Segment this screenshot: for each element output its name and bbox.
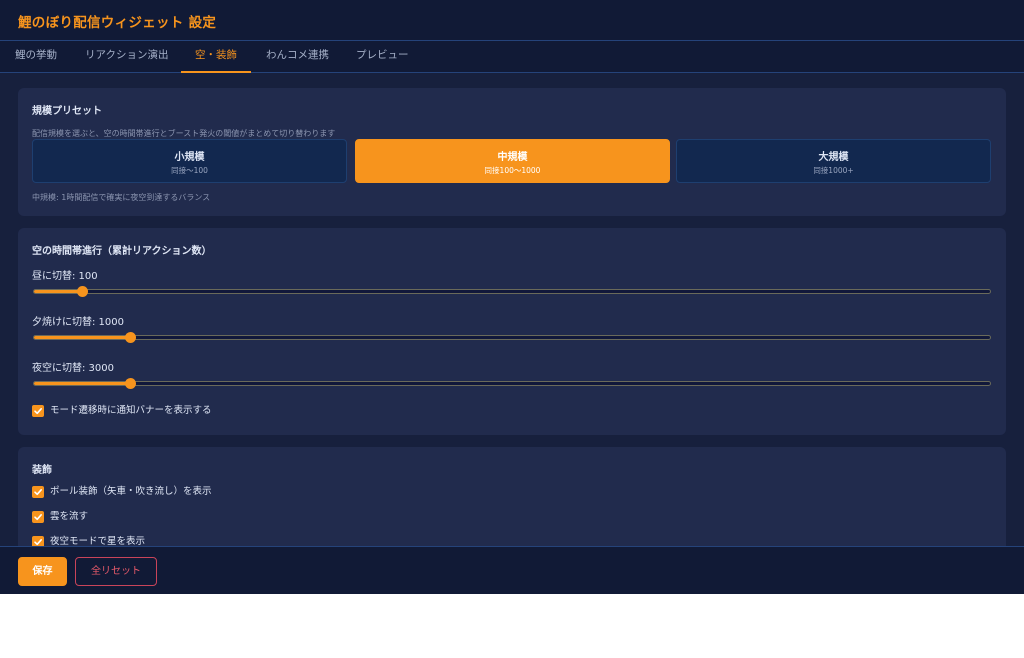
reset-all-button[interactable]: 全リセット [75,557,157,586]
slider-thumb[interactable] [124,332,136,343]
preset-small-button[interactable]: 小規模 同接〜100 [32,139,347,183]
preset-description: 配信規模を選ぶと、空の時間帯進行とブースト発火の閾値がまとめて切り替わります [32,129,336,138]
slider-fill [34,290,82,293]
tab-sky-decoration[interactable]: 空・装飾 [181,41,251,73]
tab-bar: 鯉の挙動 リアクション演出 空・装飾 わんコメ連携 プレビュー [0,41,1024,73]
save-button[interactable]: 保存 [18,557,67,586]
tab-preview[interactable]: プレビュー [356,41,409,73]
tab-reaction-effects[interactable]: リアクション演出 [85,41,168,73]
tab-koi-behavior[interactable]: 鯉の挙動 [15,41,57,73]
checkbox-label: モード遷移時に通知バナーを表示する [50,405,212,416]
preset-subtitle: 同接100〜1000 [484,166,541,175]
slider-fill [34,382,130,385]
preset-name: 大規模 [818,152,849,163]
checkbox-checked-icon[interactable] [32,486,44,498]
checkbox-label: 雲を流す [50,511,89,522]
preset-name: 小規模 [174,152,205,163]
preset-panel: 規模プリセット 配信規模を選ぶと、空の時間帯進行とブースト発火の閾値がまとめて切… [18,88,1006,216]
slider-thumb[interactable] [124,378,136,389]
preset-medium-button[interactable]: 中規模 同接100〜1000 [355,139,670,183]
slider-fill [34,336,130,339]
preset-name: 中規模 [497,152,528,163]
night-threshold-slider[interactable] [33,378,991,389]
checkbox-checked-icon[interactable] [32,405,44,417]
checkbox-checked-icon[interactable] [32,536,44,546]
sky-panel-title: 空の時間帯進行（累計リアクション数） [32,246,212,257]
slider-thumb[interactable] [76,286,88,297]
footer-bar: 保存 全リセット [0,546,1024,594]
preset-note: 中規模: 1時間配信で確実に夜空到達するバランス [32,193,211,202]
settings-window: 鯉のぼり配信ウィジェット 設定 鯉の挙動 リアクション演出 空・装飾 わんコメ連… [0,0,1024,594]
night-threshold-label: 夜空に切替: 3000 [32,363,114,374]
settings-content[interactable]: 規模プリセット 配信規模を選ぶと、空の時間帯進行とブースト発火の閾値がまとめて切… [0,73,1024,546]
sunset-threshold-label: 夕焼けに切替: 1000 [32,317,124,328]
decoration-panel-title: 装飾 [32,465,52,476]
preset-panel-title: 規模プリセット [32,106,102,117]
day-threshold-label: 昼に切替: 100 [32,271,98,282]
title-bar: 鯉のぼり配信ウィジェット 設定 [0,0,1024,41]
decoration-panel: 装飾 ポール装飾（矢車・吹き流し）を表示 雲を流す 夜空モードで星を表示 [18,447,1006,546]
preset-large-button[interactable]: 大規模 同接1000+ [676,139,991,183]
preset-subtitle: 同接1000+ [813,166,854,175]
window-title: 鯉のぼり配信ウィジェット 設定 [18,15,217,31]
preset-subtitle: 同接〜100 [171,166,208,175]
checkbox-label: 夜空モードで星を表示 [50,536,146,546]
checkbox-label: ポール装飾（矢車・吹き流し）を表示 [50,486,212,497]
sky-progress-panel: 空の時間帯進行（累計リアクション数） 昼に切替: 100 夕焼けに切替: 100… [18,228,1006,435]
checkbox-checked-icon[interactable] [32,511,44,523]
tab-wancome-integration[interactable]: わんコメ連携 [266,41,329,73]
day-threshold-slider[interactable] [33,286,991,297]
sunset-threshold-slider[interactable] [33,332,991,343]
